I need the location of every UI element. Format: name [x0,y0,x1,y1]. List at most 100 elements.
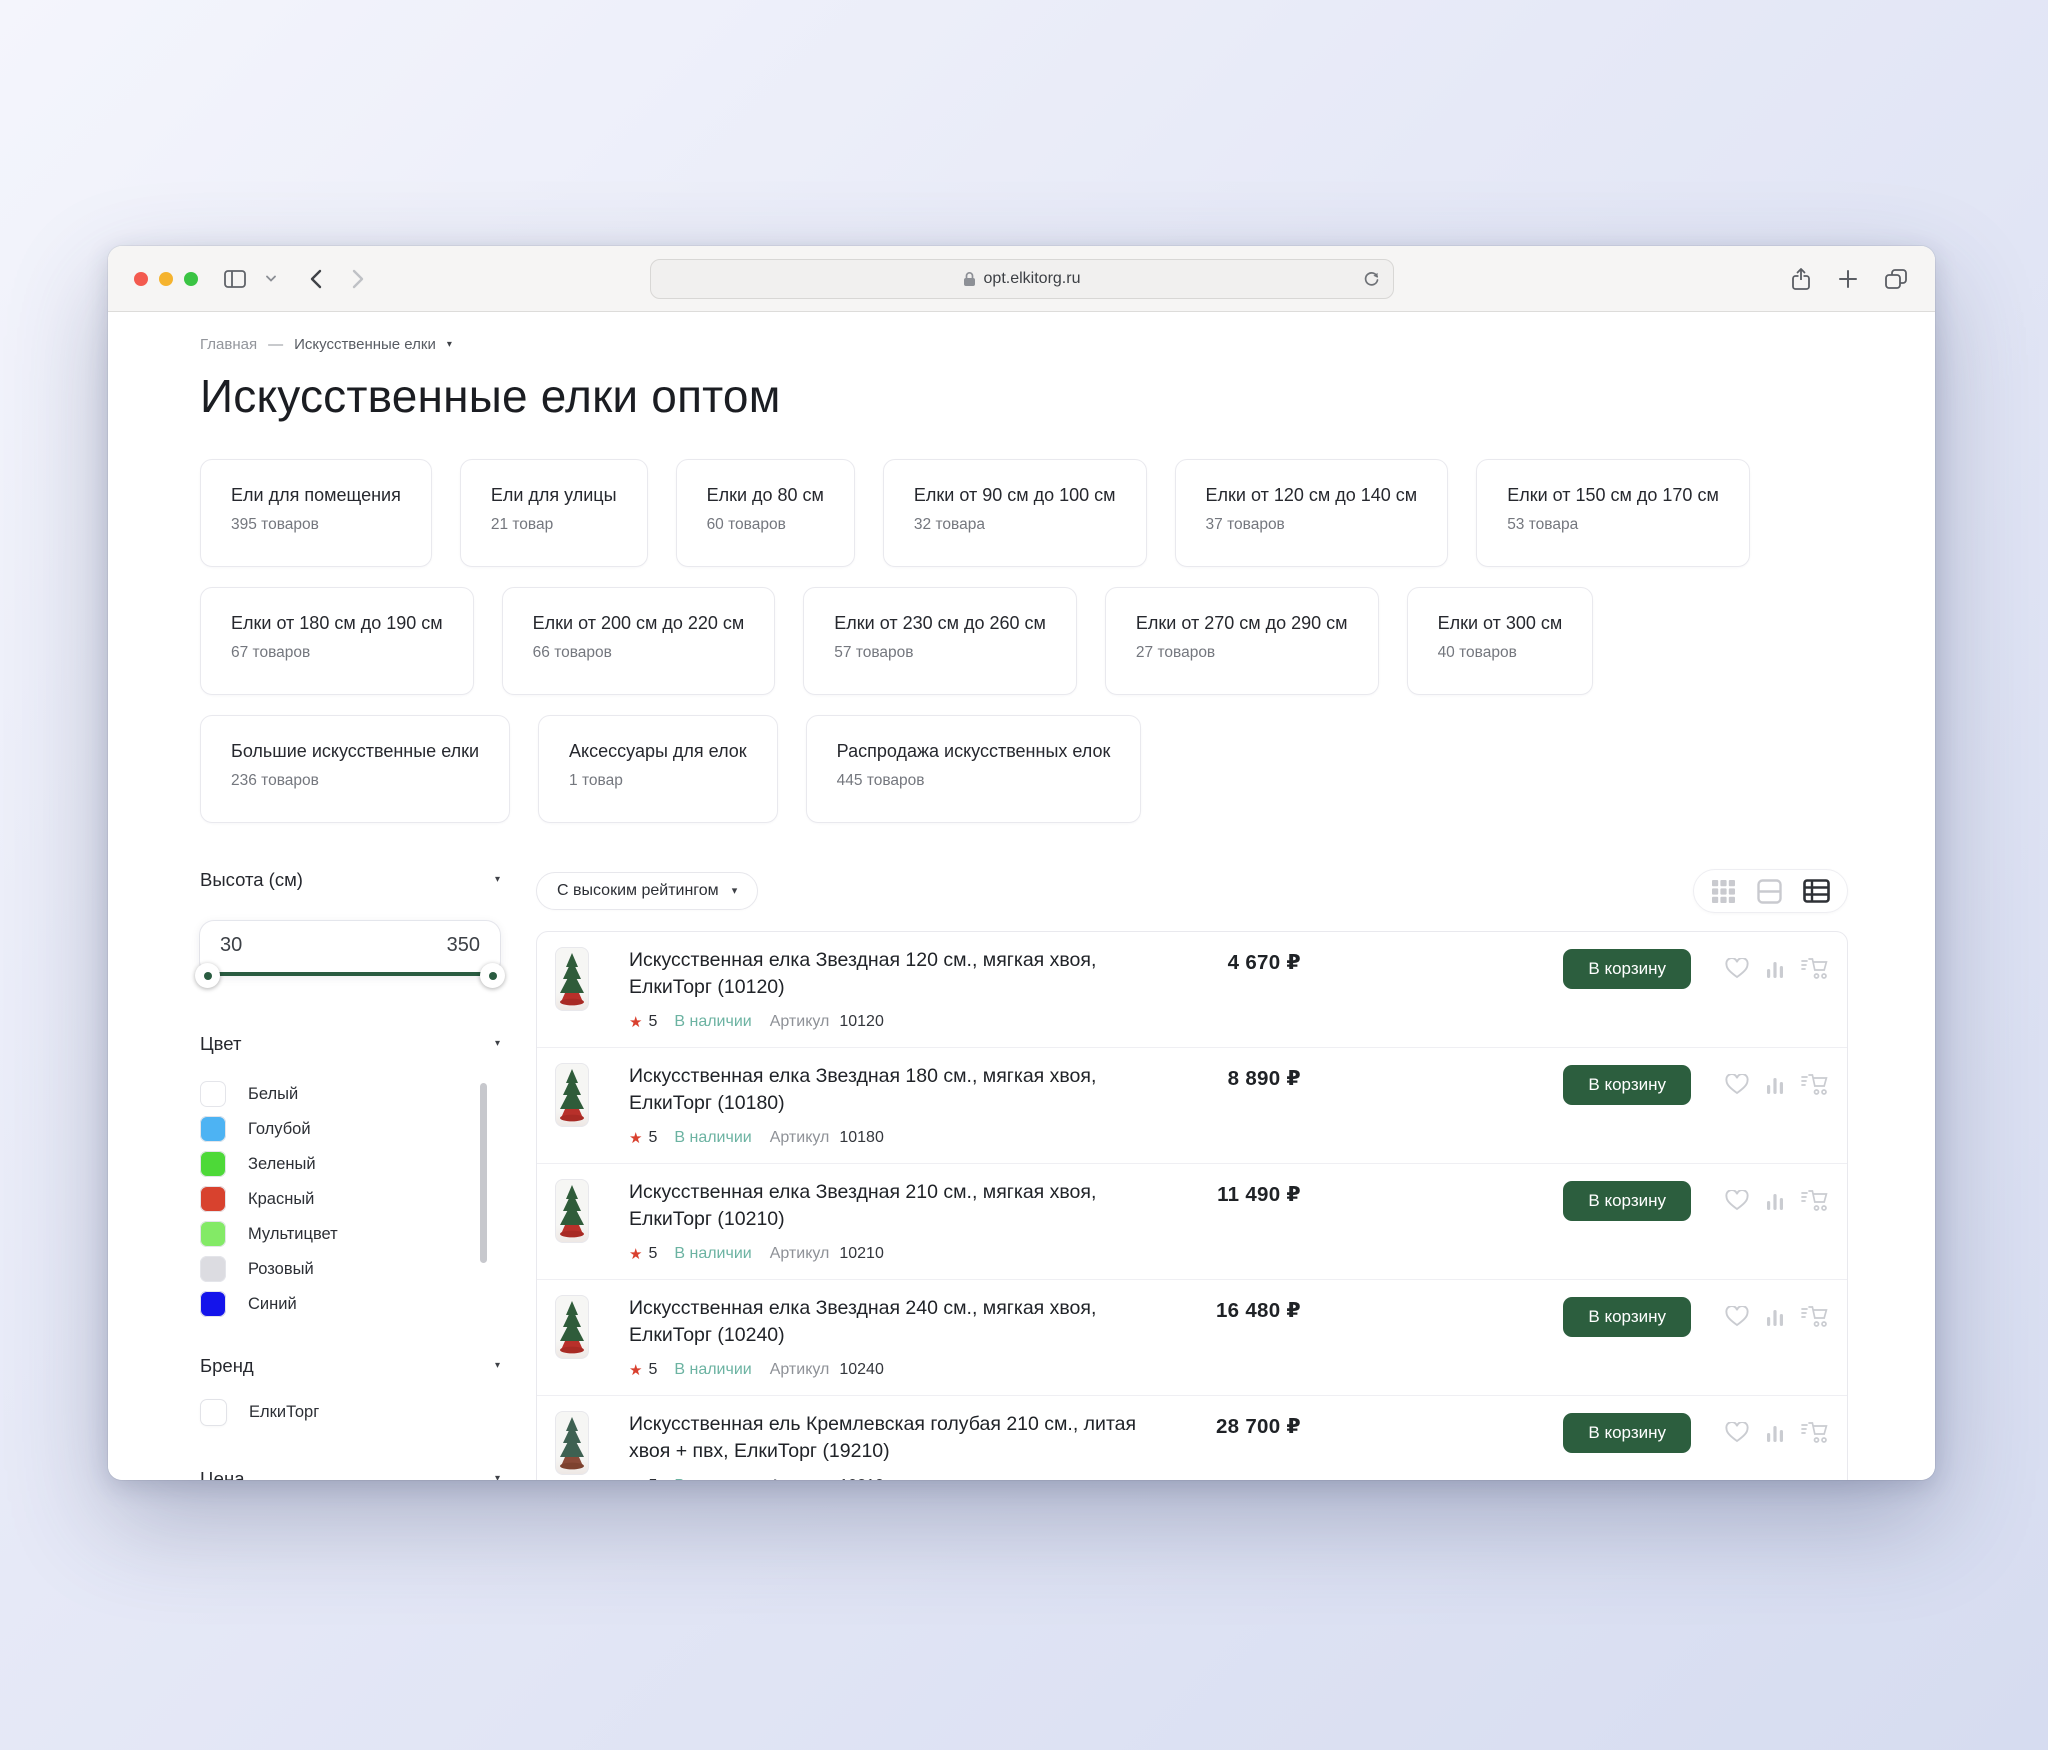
category-card[interactable]: Ели для помещения395 товаров [200,459,432,567]
add-to-cart-button[interactable]: В корзину [1563,1181,1691,1221]
category-card[interactable]: Аксессуары для елок1 товар [538,715,778,823]
table-view-button-active[interactable] [1803,879,1830,903]
color-option-pink[interactable]: Розовый [200,1256,466,1282]
category-card[interactable]: Распродажа искусственных елок445 товаров [806,715,1142,823]
zoom-window-button[interactable] [184,272,198,286]
add-to-cart-button[interactable]: В корзину [1563,1413,1691,1453]
new-tab-button[interactable] [1839,270,1857,288]
brand-option-elkitorg[interactable]: ЕлкиТорг [200,1399,500,1426]
quick-cart-icon[interactable] [1801,1189,1829,1212]
brand-checkbox[interactable] [200,1399,227,1426]
favorite-heart-icon[interactable] [1725,1306,1749,1327]
category-card[interactable]: Елки от 230 см до 260 см57 товаров [803,587,1077,695]
range-slider-handle-min[interactable] [195,963,220,988]
color-option-multicolor[interactable]: Мультицвет [200,1221,466,1247]
availability-badge: В наличии [674,1245,751,1263]
sku-value: 10240 [839,1361,884,1379]
color-option-blue[interactable]: Синий [200,1291,466,1317]
star-icon: ★ [629,1245,642,1263]
favorite-heart-icon[interactable] [1725,1422,1749,1443]
category-card[interactable]: Елки от 150 см до 170 см53 товара [1476,459,1750,567]
star-icon: ★ [629,1477,642,1480]
page-title: Искусственные елки оптом [200,369,1848,423]
color-swatch [200,1221,226,1247]
category-card[interactable]: Елки до 80 см60 товаров [676,459,855,567]
compare-stats-icon[interactable] [1766,1307,1784,1327]
favorite-heart-icon[interactable] [1725,1074,1749,1095]
sidebar-chevron-icon[interactable] [266,275,276,282]
product-title-link[interactable]: Искусственная елка Звездная 180 см., мяг… [629,1063,1141,1117]
chevron-down-icon: ▾ [495,875,500,885]
quick-cart-icon[interactable] [1801,1073,1829,1096]
product-title-link[interactable]: Искусственная елка Звездная 240 см., мяг… [629,1295,1141,1349]
product-rating: 5 [648,1129,657,1147]
forward-button[interactable] [352,269,364,289]
share-button[interactable] [1791,267,1811,291]
product-thumbnail[interactable] [555,947,589,1011]
url-field[interactable]: opt.elkitorg.ru [650,259,1394,299]
category-card[interactable]: Елки от 200 см до 220 см66 товаров [502,587,776,695]
sku-label: Артикул [770,1361,830,1379]
add-to-cart-button[interactable]: В корзину [1563,1065,1691,1105]
color-option-lightblue[interactable]: Голубой [200,1116,466,1142]
color-option-green[interactable]: Зеленый [200,1151,466,1177]
product-row: Искусственная елка Звездная 240 см., мяг… [537,1280,1847,1396]
category-card[interactable]: Елки от 270 см до 290 см27 товаров [1105,587,1379,695]
reload-button[interactable] [1363,270,1380,287]
add-to-cart-button[interactable]: В корзину [1563,1297,1691,1337]
filter-color-header[interactable]: Цвет ▾ [200,1033,500,1055]
category-card[interactable]: Большие искусственные елки236 товаров [200,715,510,823]
product-price: 4 670 ₽ [1141,947,1301,975]
product-thumbnail[interactable] [555,1295,589,1359]
product-thumbnail[interactable] [555,1063,589,1127]
product-title-link[interactable]: Искусственная елка Звездная 120 см., мяг… [629,947,1141,1001]
color-list-scrollbar[interactable] [480,1083,487,1263]
category-card[interactable]: Елки от 180 см до 190 см67 товаров [200,587,474,695]
compare-stats-icon[interactable] [1766,959,1784,979]
compare-stats-icon[interactable] [1766,1191,1784,1211]
product-title-link[interactable]: Искусственная елка Звездная 210 см., мяг… [629,1179,1141,1233]
category-card[interactable]: Елки от 120 см до 140 см37 товаров [1175,459,1449,567]
range-slider-handle-max[interactable] [480,963,505,988]
quick-cart-icon[interactable] [1801,957,1829,980]
sort-dropdown[interactable]: С высоким рейтингом ▾ [536,872,758,910]
sku-value: 10120 [839,1013,884,1031]
color-swatch [200,1256,226,1282]
tabs-overview-button[interactable] [1885,269,1907,289]
minimize-window-button[interactable] [159,272,173,286]
height-max-value[interactable]: 350 [447,934,480,957]
breadcrumb-home-link[interactable]: Главная [200,336,257,353]
list-view-button[interactable] [1757,879,1782,904]
compare-stats-icon[interactable] [1766,1075,1784,1095]
product-thumbnail[interactable] [555,1411,589,1475]
browser-window: opt.elkitorg.ru Главная — Искусственные … [108,246,1935,1480]
sidebar-toggle-button[interactable] [224,270,246,288]
favorite-heart-icon[interactable] [1725,958,1749,979]
close-window-button[interactable] [134,272,148,286]
color-option-white[interactable]: Белый [200,1081,466,1107]
back-button[interactable] [310,269,322,289]
add-to-cart-button[interactable]: В корзину [1563,949,1691,989]
list-toolbar: С высоким рейтингом ▾ [536,869,1848,913]
breadcrumb-current-link[interactable]: Искусственные елки [294,336,436,353]
quick-cart-icon[interactable] [1801,1421,1829,1444]
compare-stats-icon[interactable] [1766,1423,1784,1443]
category-card[interactable]: Ели для улицы21 товар [460,459,648,567]
color-swatch [200,1081,226,1107]
height-min-value[interactable]: 30 [220,934,242,957]
filter-brand-header[interactable]: Бренд ▾ [200,1355,500,1377]
filter-height-header[interactable]: Высота (см) ▾ [200,869,500,891]
filter-price-header[interactable]: Цена ▾ [200,1468,500,1480]
grid-view-button[interactable] [1711,879,1736,904]
favorite-heart-icon[interactable] [1725,1190,1749,1211]
product-title-link[interactable]: Искусственная ель Кремлевская голубая 21… [629,1411,1141,1465]
quick-cart-icon[interactable] [1801,1305,1829,1328]
color-option-red[interactable]: Красный [200,1186,466,1212]
url-text: opt.elkitorg.ru [984,270,1081,288]
sku-label: Артикул [770,1245,830,1263]
range-slider-track[interactable] [204,972,496,976]
product-thumbnail[interactable] [555,1179,589,1243]
category-card[interactable]: Елки от 90 см до 100 см32 товара [883,459,1147,567]
category-card[interactable]: Елки от 300 см40 товаров [1407,587,1594,695]
breadcrumb-caret-icon[interactable]: ▾ [447,340,452,350]
